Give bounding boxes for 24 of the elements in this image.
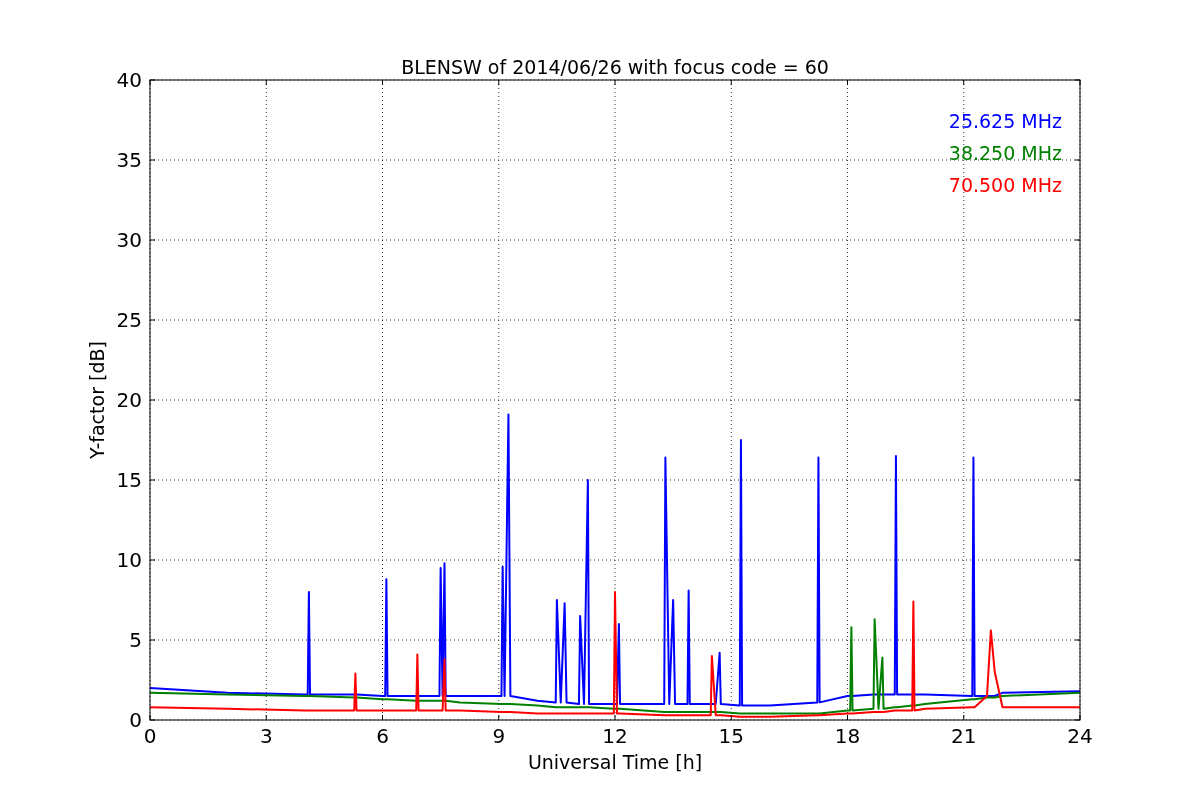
y-tick-label: 25 (116, 308, 142, 332)
y-tick-label: 5 (129, 628, 142, 652)
x-tick-label: 9 (492, 724, 506, 748)
x-tick-label: 3 (259, 724, 273, 748)
chart-title: BLENSW of 2014/06/26 with focus code = 60 (401, 56, 829, 78)
x-tick-label: 24 (1067, 724, 1093, 748)
x-tick-label: 21 (951, 724, 977, 748)
x-tick-label: 0 (143, 724, 157, 748)
y-axis-label: Y-factor [dB] (86, 341, 108, 459)
y-tick-label: 40 (116, 68, 142, 92)
y-tick-label: 20 (116, 388, 142, 412)
legend-label: 70.500 MHz (948, 174, 1062, 196)
x-tick-label: 6 (376, 724, 389, 748)
legend-label: 25.625 MHz (948, 110, 1062, 132)
y-tick-label: 30 (116, 228, 142, 252)
y-tick-label: 15 (116, 468, 142, 492)
x-tick-label: 18 (834, 724, 861, 748)
x-tick-label: 12 (602, 724, 628, 748)
legend-label: 38.250 MHz (948, 142, 1062, 164)
x-tick-label: 15 (718, 724, 744, 748)
x-axis-label: Universal Time [h] (527, 751, 703, 773)
y-tick-label: 10 (116, 548, 142, 572)
y-tick-label: 0 (129, 708, 142, 732)
y-tick-label: 35 (116, 148, 142, 172)
